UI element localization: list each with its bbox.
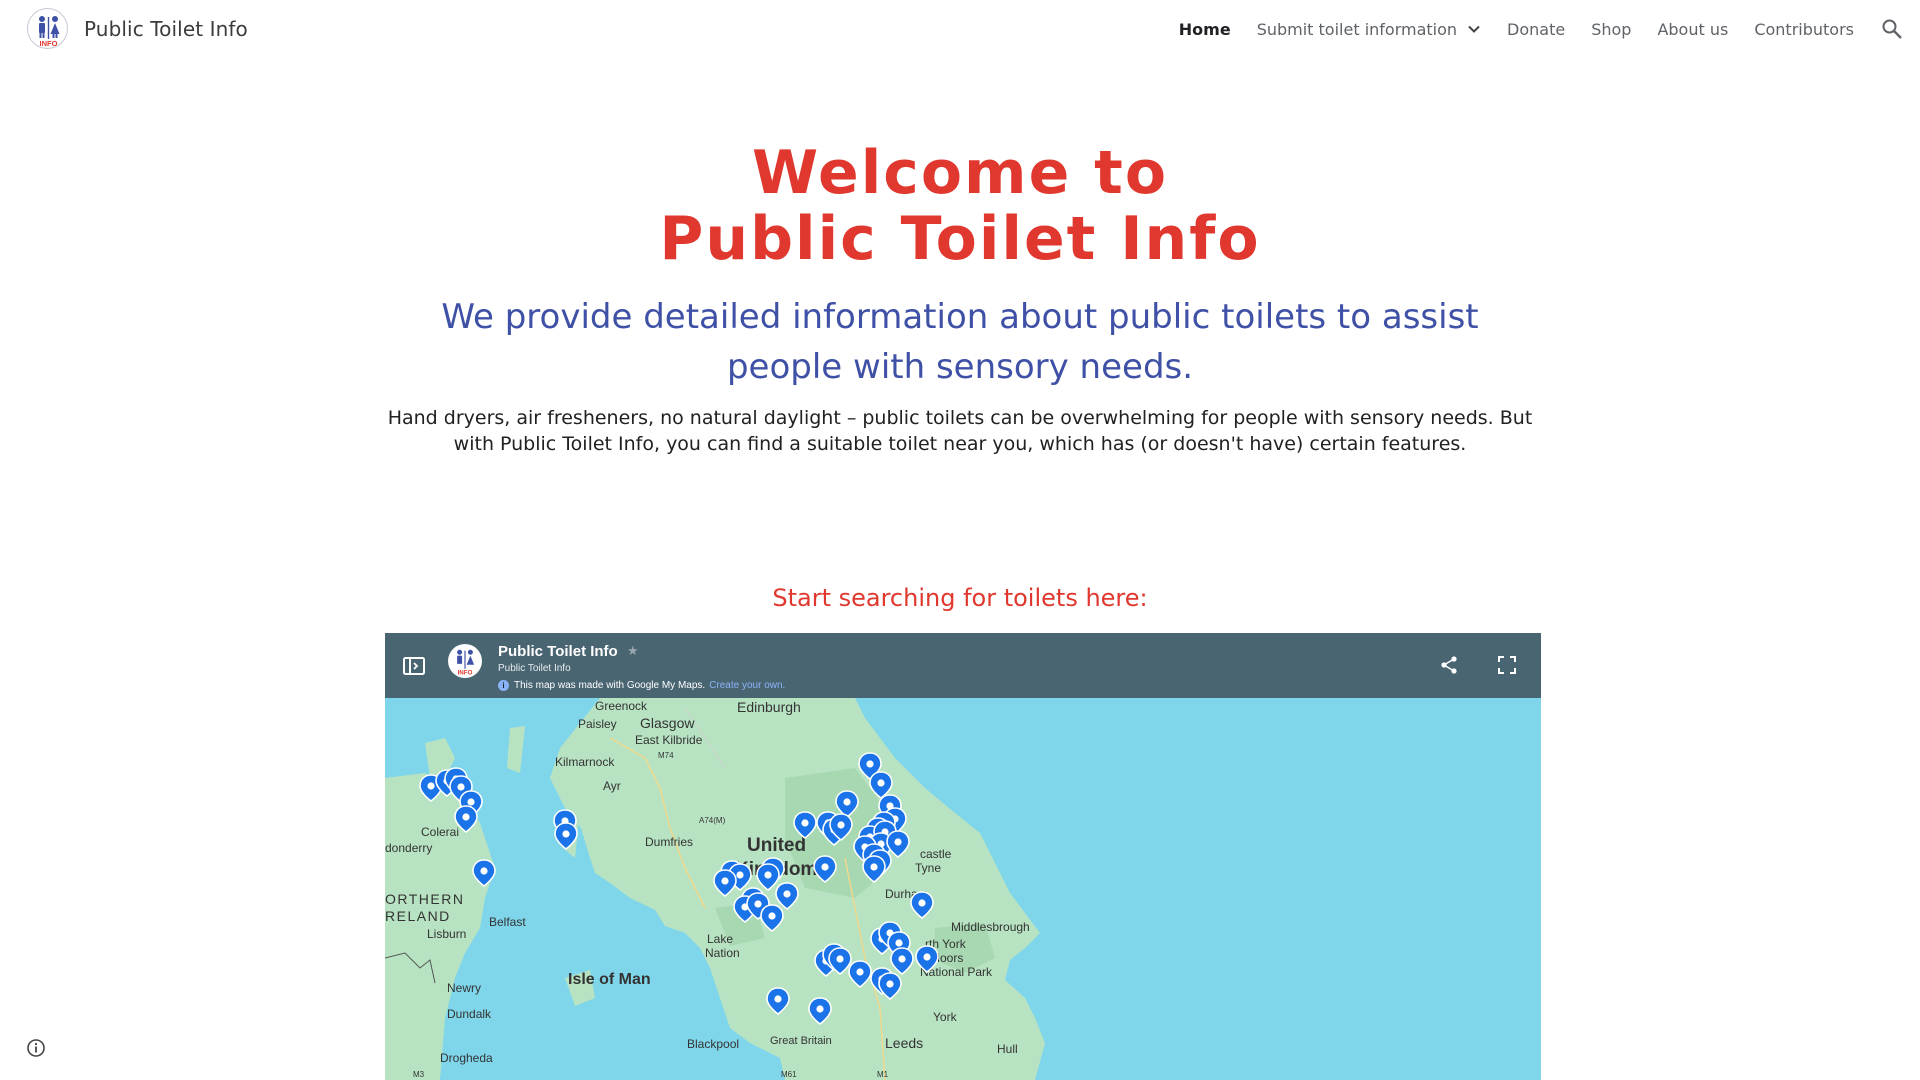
label-northern: ORTHERN — [385, 891, 464, 907]
hero-subtitle: We provide detailed information about pu… — [441, 297, 1479, 387]
map-owner-logo: INFO — [448, 644, 482, 678]
share-icon[interactable] — [1438, 654, 1460, 676]
label-united: United — [747, 835, 806, 856]
info-icon: i — [498, 680, 509, 691]
label-edinburgh: Edinburgh — [737, 699, 801, 715]
label-ireland: RELAND — [385, 908, 451, 924]
fullscreen-icon[interactable] — [1496, 654, 1518, 676]
label-m1: M1 — [877, 1070, 889, 1079]
map-logo-text: INFO — [458, 670, 473, 677]
page-title: Welcome to Public Toilet Info — [0, 140, 1920, 272]
nav-donate[interactable]: Donate — [1507, 20, 1565, 39]
map-title[interactable]: Public Toilet Info — [498, 643, 618, 660]
nav-shop[interactable]: Shop — [1591, 20, 1631, 39]
map-notice-text: This map was made with Google My Maps. — [514, 680, 706, 691]
title-line-2: Public Toilet Info — [659, 204, 1261, 274]
map-canvas[interactable]: Greenock Edinburgh Paisley Glasgow East … — [385, 698, 1541, 1080]
chevron-down-icon[interactable] — [1467, 22, 1481, 36]
label-newcastle: castle — [920, 847, 952, 861]
create-your-own-link[interactable]: Create your own. — [709, 680, 785, 691]
nav-home[interactable]: Home — [1179, 20, 1231, 39]
label-drogheda: Drogheda — [440, 1051, 493, 1065]
toilet-logo-icon: INFO — [457, 649, 475, 677]
map-legend-toggle-icon[interactable] — [403, 657, 425, 675]
site-logo[interactable]: INFO — [27, 8, 68, 49]
label-york: York — [933, 1010, 958, 1024]
label-middlesbrough: Middlesbrough — [951, 920, 1030, 934]
label-dumfries: Dumfries — [645, 835, 693, 849]
label-blackpool: Blackpool — [687, 1037, 739, 1051]
label-m61: M61 — [781, 1070, 797, 1079]
search-icon[interactable] — [1880, 17, 1904, 41]
logo-text: INFO — [40, 39, 58, 48]
label-lisburn: Lisburn — [427, 927, 466, 941]
label-coleraine: Colerai — [421, 825, 459, 839]
label-greenock: Greenock — [595, 699, 648, 713]
label-a74m: A74(M) — [699, 816, 726, 825]
label-national: Nation — [705, 946, 740, 960]
main-nav: Home Submit toilet information Donate Sh… — [1153, 0, 1920, 58]
site-title[interactable]: Public Toilet Info — [84, 17, 248, 41]
label-lake-district: Lake — [707, 932, 733, 946]
embedded-map[interactable]: INFO Public Toilet Info ★ Public Toilet … — [385, 633, 1541, 1080]
label-ayr: Ayr — [603, 779, 621, 793]
label-paisley: Paisley — [578, 717, 617, 731]
star-icon[interactable]: ★ — [627, 643, 639, 659]
label-glasgow: Glasgow — [640, 715, 695, 731]
label-hull: Hull — [997, 1042, 1018, 1056]
site-header: INFO Public Toilet Info Home Submit toil… — [0, 0, 1920, 58]
site-info-icon[interactable] — [26, 1038, 46, 1058]
search-cta-heading: Start searching for toilets here: — [772, 584, 1148, 612]
title-line-1: Welcome to — [751, 138, 1169, 208]
label-great-britain: Great Britain — [770, 1035, 832, 1047]
map-notice: i This map was made with Google My Maps.… — [498, 680, 785, 691]
label-isle-of-man: Isle of Man — [568, 971, 651, 988]
nav-submit-label: Submit toilet information — [1256, 19, 1458, 39]
map-header-bar: INFO Public Toilet Info ★ Public Toilet … — [385, 633, 1541, 698]
label-tyne: Tyne — [915, 861, 941, 875]
label-newry: Newry — [447, 981, 481, 995]
label-kilmarnock: Kilmarnock — [555, 755, 615, 769]
label-belfast: Belfast — [489, 915, 526, 929]
nav-submit-toilet-information[interactable]: Submit toilet information — [1257, 20, 1481, 39]
toilet-logo-icon: INFO — [39, 16, 60, 48]
label-dundalk: Dundalk — [447, 1007, 492, 1021]
nav-contributors[interactable]: Contributors — [1754, 20, 1854, 39]
map-owner: Public Toilet Info — [498, 663, 571, 674]
hero-description: Hand dryers, air fresheners, no natural … — [387, 407, 1533, 455]
label-east-kilbride: East Kilbride — [635, 733, 703, 747]
label-londonderry: donderry — [385, 841, 432, 855]
label-leeds: Leeds — [885, 1035, 923, 1051]
label-m3: M3 — [413, 1070, 425, 1079]
nav-about-us[interactable]: About us — [1657, 20, 1728, 39]
label-m74: M74 — [658, 751, 674, 760]
